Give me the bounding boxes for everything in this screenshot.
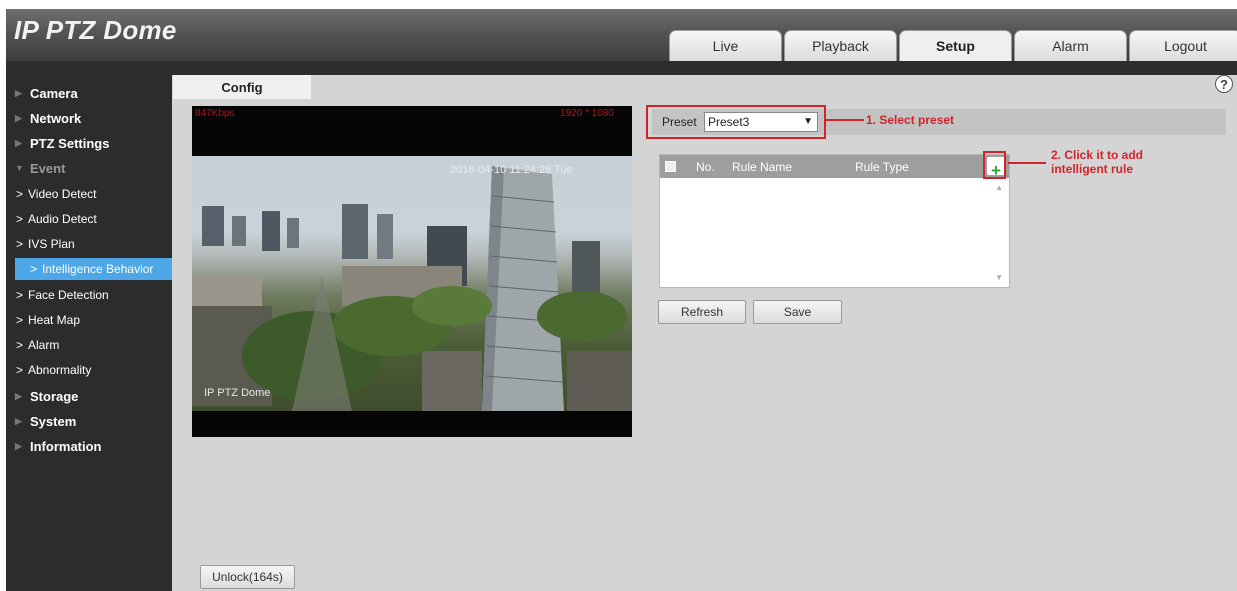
- collapsed-triangle-icon: ▶: [15, 390, 22, 401]
- tab-live[interactable]: Live: [669, 30, 782, 61]
- app-window: IP PTZ Dome Live Playback Setup Alarm Lo…: [6, 9, 1237, 591]
- chevron-right-icon: >: [16, 237, 24, 251]
- camera-scene-image: [192, 156, 632, 411]
- dropdown-arrow-icon: ▼: [803, 116, 813, 127]
- select-all-checkbox[interactable]: [665, 161, 676, 172]
- sidebar: ▶ Camera ▶ Network ▶ PTZ Settings ▼ Even…: [6, 75, 172, 591]
- video-timestamp: 2018-04-10 11:24:26 Tue: [450, 164, 573, 176]
- annotation-line-2: [1008, 162, 1046, 164]
- preset-label: Preset: [662, 115, 697, 129]
- sidebar-item-ptz-settings[interactable]: ▶ PTZ Settings: [6, 132, 172, 154]
- sidebar-item-audio-detect[interactable]: > Audio Detect: [6, 208, 172, 230]
- refresh-button[interactable]: Refresh: [658, 300, 746, 324]
- scroll-down-icon[interactable]: ▼: [995, 273, 1003, 282]
- sidebar-item-system[interactable]: ▶ System: [6, 410, 172, 432]
- preset-select[interactable]: Preset3 ▼: [704, 112, 818, 132]
- collapsed-triangle-icon: ▶: [15, 440, 22, 451]
- annotation-select-preset: 1. Select preset: [866, 113, 955, 127]
- rule-table: No. Rule Name Rule Type + ▲ ▼: [659, 154, 1010, 288]
- sidebar-item-label: Video Detect: [28, 187, 97, 201]
- rule-table-body: ▲ ▼: [660, 178, 1009, 287]
- tab-setup[interactable]: Setup: [899, 30, 1012, 61]
- annotation-add-rule-line2: intelligent rule: [1051, 162, 1134, 176]
- sidebar-item-label: Event: [30, 160, 66, 176]
- sidebar-item-label: Network: [30, 110, 82, 126]
- scroll-up-icon[interactable]: ▲: [995, 183, 1003, 192]
- sidebar-item-label: Heat Map: [28, 313, 81, 327]
- chevron-right-icon: >: [16, 288, 24, 302]
- collapsed-triangle-icon: ▶: [15, 112, 22, 123]
- sidebar-item-label: Camera: [30, 85, 78, 101]
- sidebar-item-abnormality[interactable]: > Abnormality: [6, 359, 172, 381]
- sidebar-item-label: Information: [30, 438, 102, 454]
- expanded-triangle-icon: ▼: [15, 163, 24, 173]
- main-nav: Live Playback Setup Alarm Logout: [669, 30, 1237, 61]
- annotation-add-rule-line1: 2. Click it to add: [1051, 148, 1144, 162]
- annotation-line-1: [826, 119, 864, 121]
- sidebar-item-camera[interactable]: ▶ Camera: [6, 82, 172, 104]
- preset-select-value: Preset3: [708, 115, 750, 129]
- save-button[interactable]: Save: [753, 300, 842, 324]
- unlock-button[interactable]: Unlock(164s): [200, 565, 295, 589]
- tab-logout[interactable]: Logout: [1129, 30, 1237, 61]
- rule-table-header: No. Rule Name Rule Type +: [660, 155, 1009, 179]
- column-no: No.: [696, 160, 715, 174]
- tab-alarm[interactable]: Alarm: [1014, 30, 1127, 61]
- sidebar-item-label: Face Detection: [28, 288, 109, 302]
- sidebar-item-face-detection[interactable]: > Face Detection: [6, 284, 172, 306]
- sidebar-item-label: Audio Detect: [28, 212, 97, 226]
- sidebar-item-ivs-plan[interactable]: > IVS Plan: [6, 233, 172, 255]
- column-rule-type: Rule Type: [855, 160, 909, 174]
- chevron-right-icon: >: [16, 212, 24, 226]
- header: IP PTZ Dome Live Playback Setup Alarm Lo…: [6, 9, 1237, 61]
- sidebar-item-label: Storage: [30, 388, 79, 404]
- collapsed-triangle-icon: ▶: [15, 137, 22, 148]
- sidebar-item-label: Alarm: [28, 338, 60, 352]
- city-skyline-illustration: [192, 166, 632, 411]
- sidebar-item-label: Abnormality: [28, 363, 92, 377]
- chevron-right-icon: >: [16, 338, 24, 352]
- sidebar-item-label: System: [30, 413, 77, 429]
- collapsed-triangle-icon: ▶: [15, 87, 22, 98]
- column-rule-name: Rule Name: [732, 160, 793, 174]
- sidebar-item-video-detect[interactable]: > Video Detect: [6, 183, 172, 205]
- sidebar-item-intelligence-behavior[interactable]: > Intelligence Behavior: [15, 258, 172, 280]
- help-icon[interactable]: ?: [1215, 75, 1233, 93]
- add-rule-highlight-box: [983, 151, 1006, 179]
- video-bitrate: 847Kbps: [195, 108, 235, 119]
- video-camera-name: IP PTZ Dome: [204, 387, 271, 399]
- collapsed-triangle-icon: ▶: [15, 415, 22, 426]
- sidebar-item-label: Intelligence Behavior: [42, 262, 154, 276]
- header-band: [6, 61, 1237, 75]
- live-video-preview[interactable]: 847Kbps 1920 * 1080 2018-04-10 11:24:26 …: [192, 106, 632, 437]
- content-panel: 847Kbps 1920 * 1080 2018-04-10 11:24:26 …: [173, 99, 1237, 591]
- chevron-right-icon: >: [16, 363, 24, 377]
- tab-config[interactable]: Config: [173, 75, 311, 99]
- tab-playback[interactable]: Playback: [784, 30, 897, 61]
- sidebar-item-storage[interactable]: ▶ Storage: [6, 385, 172, 407]
- chevron-right-icon: >: [16, 313, 24, 327]
- sidebar-item-heat-map[interactable]: > Heat Map: [6, 309, 172, 331]
- sidebar-item-label: IVS Plan: [28, 237, 75, 251]
- sidebar-item-event[interactable]: ▼ Event: [6, 157, 172, 179]
- sidebar-item-label: PTZ Settings: [30, 135, 110, 151]
- sidebar-item-network[interactable]: ▶ Network: [6, 107, 172, 129]
- sidebar-item-alarm[interactable]: > Alarm: [6, 334, 172, 356]
- video-resolution: 1920 * 1080: [560, 108, 614, 119]
- app-logo: IP PTZ Dome: [14, 15, 177, 45]
- chevron-right-icon: >: [30, 262, 38, 276]
- chevron-right-icon: >: [16, 187, 24, 201]
- sidebar-item-information[interactable]: ▶ Information: [6, 435, 172, 457]
